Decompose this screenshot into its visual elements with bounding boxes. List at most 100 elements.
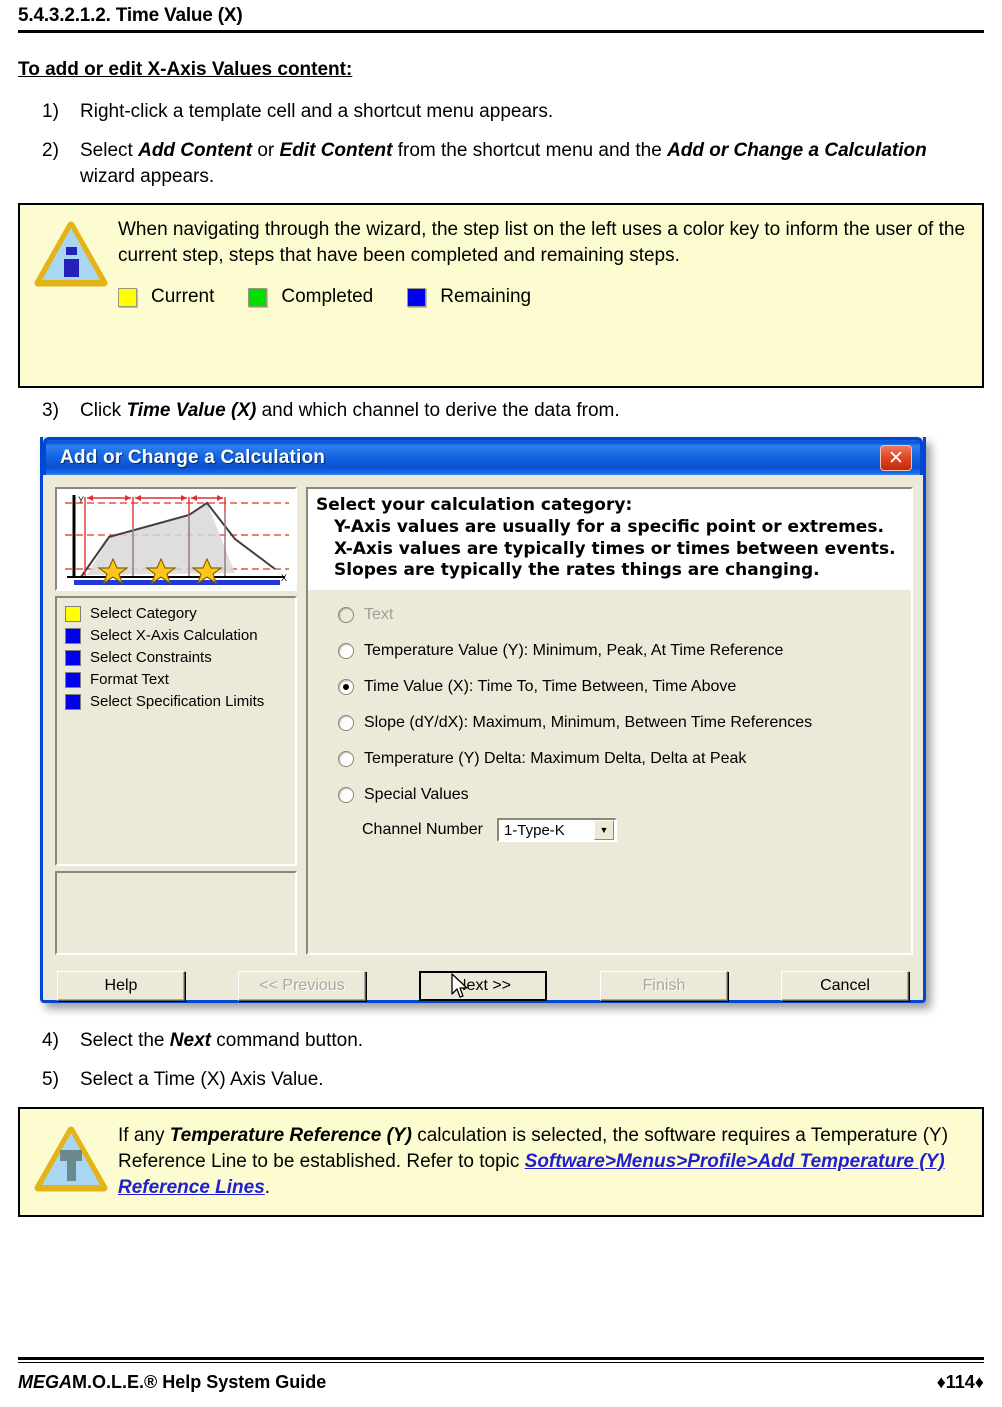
swatch-completed: [248, 287, 268, 307]
radio-label: Special Values: [364, 786, 469, 804]
radio-icon: [338, 715, 354, 732]
instruction-line: Y-Axis values are usually for a specific…: [334, 516, 884, 537]
step-number: 3): [42, 399, 59, 421]
brand-mega: MEGA: [18, 1372, 72, 1392]
svg-text:X: X: [281, 573, 287, 583]
text-run: wizard appears.: [80, 165, 215, 187]
channel-number-value: 1-Type-K: [503, 821, 565, 839]
step-list-label: Select Category: [90, 605, 197, 623]
step-1: 1) Right-click a template cell and a sho…: [18, 99, 984, 124]
channel-number-field: Channel Number 1-Type-K ▼: [338, 818, 911, 843]
radio-option-text[interactable]: Text: [338, 606, 911, 624]
profile-thumbnail: Y X: [55, 487, 297, 592]
step-list-label: Select X-Axis Calculation: [90, 627, 258, 645]
step-5: 5) Select a Time (X) Axis Value.: [18, 1067, 984, 1092]
mouse-cursor-icon: [451, 973, 468, 998]
step-4: 4) Select the Next command button.: [18, 1028, 984, 1053]
text-run: If any: [118, 1124, 170, 1146]
dialog-button-bar: Help << Previous Next >> Finish Cancel: [43, 955, 923, 1017]
footer-row: MEGAM.O.L.E.® Help System Guide ♦114♦: [18, 1372, 984, 1393]
note-box-color-key: When navigating through the wizard, the …: [18, 202, 984, 388]
step-number: 4): [42, 1030, 59, 1052]
instruction-line: Slopes are typically the rates things ar…: [334, 560, 820, 581]
text-run: from the shortcut menu and the: [392, 140, 668, 162]
step-list-label: Format Text: [90, 671, 169, 689]
radio-label: Temperature (Y) Delta: Maximum Delta, De…: [364, 750, 747, 768]
step-list-label: Select Specification Limits: [90, 693, 265, 711]
text-run: Right-click a template cell and a shortc…: [80, 101, 554, 122]
radio-option-time-value-x[interactable]: Time Value (X): Time To, Time Between, T…: [338, 678, 911, 696]
status-swatch-remaining: [65, 693, 81, 710]
info-triangle-icon: [28, 215, 114, 291]
dialog-left-pane: Y X Select Category Select X-Axis Calcul…: [55, 487, 297, 956]
step-2: 2) Select Add Content or Edit Content fr…: [18, 138, 984, 189]
footer-divider: [18, 1357, 984, 1363]
key-label: Remaining: [440, 286, 532, 308]
radio-icon: [338, 787, 354, 804]
heading-divider: [18, 30, 984, 33]
text-run-bold: Add or Change a Calculation: [667, 140, 927, 162]
radio-icon: [338, 751, 354, 768]
cancel-button[interactable]: Cancel: [781, 971, 909, 1002]
step-list-item-select-category[interactable]: Select Category: [65, 604, 289, 623]
step-text: Click Time Value (X) and which channel t…: [80, 398, 984, 423]
step-text: Select a Time (X) Axis Value.: [80, 1067, 984, 1092]
help-button[interactable]: Help: [57, 971, 185, 1002]
color-key-row: Current Completed Remaining: [118, 284, 968, 310]
step-text: Right-click a template cell and a shortc…: [80, 99, 984, 124]
step-list-item-format-text[interactable]: Format Text: [65, 670, 289, 689]
text-run: and which channel to derive the data fro…: [256, 399, 620, 421]
step-number: 1): [42, 101, 59, 122]
text-run: Click: [80, 399, 127, 421]
radio-option-special-values[interactable]: Special Values: [338, 786, 911, 804]
text-run: Select: [80, 140, 139, 162]
status-swatch-remaining: [65, 649, 81, 666]
step-number: 5): [42, 1069, 59, 1091]
previous-button: << Previous: [238, 971, 366, 1002]
note-content: If any Temperature Reference (Y) calcula…: [114, 1121, 968, 1200]
note-content: When navigating through the wizard, the …: [114, 215, 968, 310]
channel-number-label: Channel Number: [362, 821, 483, 839]
radio-option-slope-dydx[interactable]: Slope (dY/dX): Maximum, Minimum, Between…: [338, 714, 911, 732]
dialog-screenshot: Add or Change a Calculation ✕ Y X Select…: [40, 437, 934, 1012]
brand-guide: M.O.L.E.® Help System Guide: [72, 1372, 327, 1392]
step-list-item-select-constraints[interactable]: Select Constraints: [65, 648, 289, 667]
text-run: .: [264, 1176, 271, 1198]
text-run-bold: Edit Content: [279, 140, 393, 162]
instruction-line: X-Axis values are typically times or tim…: [334, 538, 896, 559]
dialog-title: Add or Change a Calculation: [60, 446, 326, 468]
swatch-remaining: [407, 287, 427, 307]
radio-label: Slope (dY/dX): Maximum, Minimum, Between…: [364, 714, 813, 732]
step-list-item-select-specification-limits[interactable]: Select Specification Limits: [65, 692, 289, 711]
step-list-item-select-x-axis-calculation[interactable]: Select X-Axis Calculation: [65, 626, 289, 645]
step-text: Select the Next command button.: [80, 1028, 984, 1053]
text-run-bold: Time Value (X): [126, 399, 257, 421]
dialog-right-pane: Select your calculation category: Y-Axis…: [306, 487, 913, 956]
chevron-down-icon[interactable]: ▼: [593, 820, 614, 841]
radio-label: Time Value (X): Time To, Time Between, T…: [364, 678, 737, 696]
radio-icon: [338, 643, 354, 660]
note-text: When navigating through the wizard, the …: [118, 218, 966, 266]
tip-triangle-icon: [28, 1126, 114, 1196]
page-title: 5.4.3.2.1.2. Time Value (X): [18, 5, 243, 26]
key-item-remaining: Remaining: [407, 284, 531, 310]
status-swatch-remaining: [65, 627, 81, 644]
swatch-current: [118, 287, 137, 307]
step-3: 3) Click Time Value (X) and which channe…: [18, 398, 984, 423]
next-button[interactable]: Next >>: [419, 971, 547, 1002]
status-swatch-current: [65, 605, 81, 622]
footer-title: MEGAM.O.L.E.® Help System Guide: [18, 1372, 326, 1393]
text-run: or: [252, 140, 280, 162]
step-text: Select Add Content or Edit Content from …: [80, 138, 984, 189]
page-footer: MEGAM.O.L.E.® Help System Guide ♦114♦: [18, 1357, 984, 1393]
radio-option-temperature-y-delta[interactable]: Temperature (Y) Delta: Maximum Delta, De…: [338, 750, 911, 768]
radio-option-temperature-value-y[interactable]: Temperature Value (Y): Minimum, Peak, At…: [338, 642, 911, 660]
dialog-titlebar: Add or Change a Calculation ✕: [43, 437, 923, 476]
wizard-step-list: Select Category Select X-Axis Calculatio…: [55, 596, 297, 867]
page-number: ♦114♦: [936, 1372, 984, 1392]
close-icon[interactable]: ✕: [880, 444, 912, 471]
channel-number-dropdown[interactable]: 1-Type-K ▼: [496, 818, 617, 843]
text-run-bold: Temperature Reference (Y): [169, 1124, 412, 1146]
radio-label: Temperature Value (Y): Minimum, Peak, At…: [364, 642, 784, 660]
note-box-temperature-reference: If any Temperature Reference (Y) calcula…: [18, 1106, 984, 1217]
